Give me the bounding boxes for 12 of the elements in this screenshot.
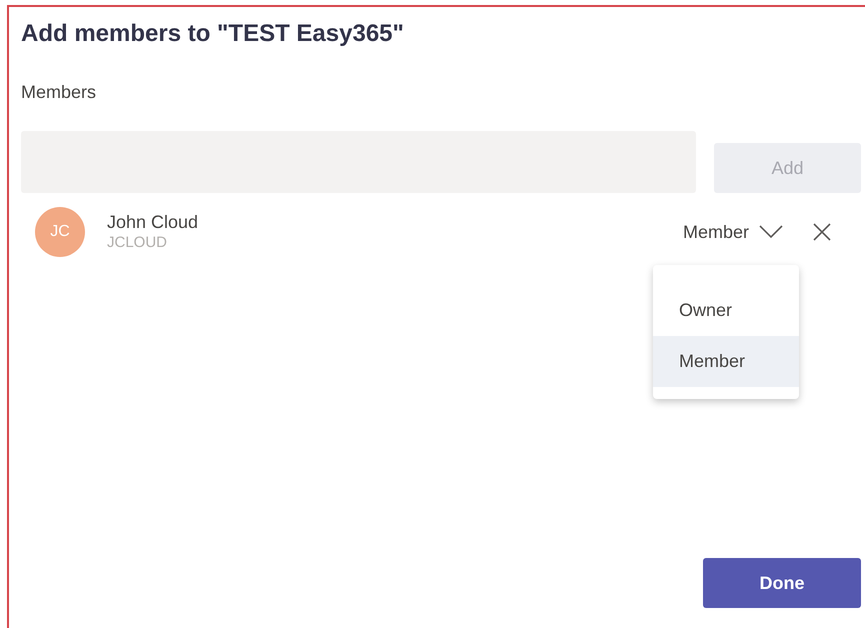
close-icon: [813, 223, 831, 241]
menu-item[interactable]: Member: [653, 336, 799, 387]
member-name: John Cloud: [107, 211, 198, 233]
menu-item[interactable]: Owner: [653, 285, 799, 336]
avatar: JC: [35, 207, 85, 257]
field-label: Members: [21, 81, 98, 104]
role-dropdown[interactable]: Member: [682, 218, 783, 246]
remove-button[interactable]: [813, 223, 831, 241]
chevron-down-icon: [759, 225, 783, 239]
dialog-title: Add members to "TEST Easy365": [21, 19, 405, 49]
member-username: JCLOUD: [107, 233, 168, 253]
done-button[interactable]: Done: [703, 558, 861, 608]
